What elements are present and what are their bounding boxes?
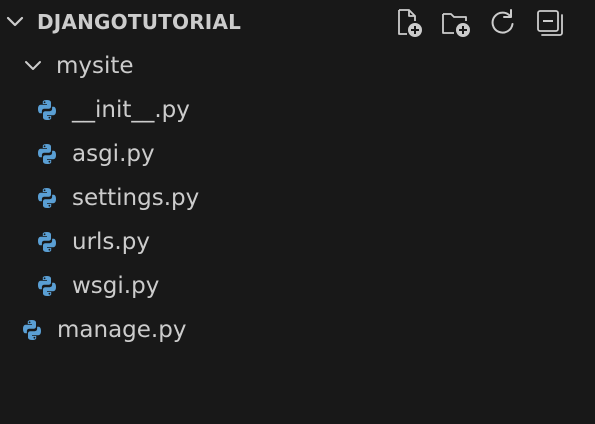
file-label: manage.py [57,317,187,343]
file-row[interactable]: settings.py [0,176,595,220]
file-row[interactable]: urls.py [0,220,595,264]
python-file-icon [36,143,58,165]
file-row[interactable]: __init__.py [0,88,595,132]
file-label: __init__.py [72,97,190,123]
folder-label: mysite [56,53,134,79]
collapse-all-icon [534,6,568,40]
file-row[interactable]: asgi.py [0,132,595,176]
folder-row-mysite[interactable]: mysite [0,44,595,88]
new-folder-icon [440,6,474,40]
file-label: asgi.py [72,141,155,167]
collapse-all-button[interactable] [534,6,568,40]
python-file-icon [36,275,58,297]
explorer-title: DJANGOTUTORIAL [37,10,242,34]
refresh-button[interactable] [486,6,520,40]
new-file-icon [392,6,426,40]
file-row[interactable]: manage.py [0,308,595,352]
file-label: settings.py [72,185,200,211]
chevron-down-icon[interactable] [5,12,25,32]
python-file-icon [36,231,58,253]
file-label: urls.py [72,229,150,255]
python-file-icon [21,319,43,341]
python-file-icon [36,99,58,121]
chevron-down-icon[interactable] [23,56,43,76]
file-row[interactable]: wsgi.py [0,264,595,308]
new-file-button[interactable] [392,6,426,40]
explorer-section-header[interactable]: DJANGOTUTORIAL [0,0,595,44]
refresh-icon [486,6,520,40]
python-file-icon [36,187,58,209]
new-folder-button[interactable] [440,6,474,40]
file-label: wsgi.py [72,273,160,299]
